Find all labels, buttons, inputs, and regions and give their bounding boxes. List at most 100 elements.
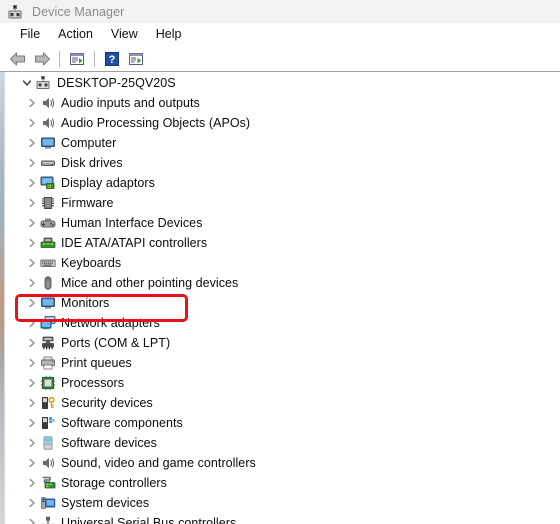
security-key-icon xyxy=(40,395,56,411)
chevron-down-icon[interactable] xyxy=(19,73,35,93)
window-title: Device Manager xyxy=(32,4,125,19)
tree-item-ports-com-lpt[interactable]: Ports (COM & LPT) xyxy=(5,333,560,353)
chevron-right-icon[interactable] xyxy=(24,253,40,273)
help-button[interactable]: ? xyxy=(100,48,124,70)
gamepad-icon xyxy=(40,215,56,231)
toolbar: ? xyxy=(0,46,560,72)
tree-item-label: Disk drives xyxy=(61,156,123,170)
tree-item-label: Audio inputs and outputs xyxy=(61,96,200,110)
tree-item-label: Ports (COM & LPT) xyxy=(61,336,171,350)
tree-item-keyboards[interactable]: Keyboards xyxy=(5,253,560,273)
tree-item-computer[interactable]: Computer xyxy=(5,133,560,153)
tree-item-label: System devices xyxy=(61,496,150,510)
menu-help[interactable]: Help xyxy=(147,26,191,43)
speaker-icon xyxy=(40,95,56,111)
properties-icon xyxy=(70,52,84,65)
tree-item-processors[interactable]: Processors xyxy=(5,373,560,393)
chevron-right-icon[interactable] xyxy=(24,113,40,133)
printer-icon xyxy=(40,355,56,371)
tree-item-label: Monitors xyxy=(61,296,110,310)
back-arrow-icon xyxy=(10,52,25,65)
menu-action[interactable]: Action xyxy=(49,26,102,43)
chevron-right-icon[interactable] xyxy=(24,433,40,453)
chevron-right-icon[interactable] xyxy=(24,353,40,373)
tree-item-mice-and-other-pointing-devices[interactable]: Mice and other pointing devices xyxy=(5,273,560,293)
tree-item-label: Sound, video and game controllers xyxy=(61,456,256,470)
chevron-right-icon[interactable] xyxy=(24,493,40,513)
tree-item-monitors[interactable]: Monitors xyxy=(5,293,560,313)
question-mark-icon: ? xyxy=(105,51,119,66)
tree-item-disk-drives[interactable]: Disk drives xyxy=(5,153,560,173)
tree-root-node[interactable]: DESKTOP-25QV20S xyxy=(5,73,560,93)
tree-item-label: Software components xyxy=(61,416,183,430)
tree-item-security-devices[interactable]: Security devices xyxy=(5,393,560,413)
tree-item-label: Processors xyxy=(61,376,125,390)
properties-button[interactable] xyxy=(65,48,89,70)
tree-item-audio-inputs-and-outputs[interactable]: Audio inputs and outputs xyxy=(5,93,560,113)
device-tree: DESKTOP-25QV20S Audio inputs and outputs xyxy=(5,73,560,524)
toolbar-separator xyxy=(59,50,60,67)
chevron-right-icon[interactable] xyxy=(24,393,40,413)
back-button[interactable] xyxy=(6,48,30,70)
processor-icon xyxy=(40,375,56,391)
tree-item-label: Human Interface Devices xyxy=(61,216,203,230)
tree-item-network-adapters[interactable]: Network adapters xyxy=(5,313,560,333)
chevron-right-icon[interactable] xyxy=(24,293,40,313)
tree-item-label: Security devices xyxy=(61,396,153,410)
tree-item-label: Mice and other pointing devices xyxy=(61,276,239,290)
tree-item-label: Print queues xyxy=(61,356,132,370)
chevron-right-icon[interactable] xyxy=(24,473,40,493)
tree-item-ide-ata-atapi-controllers[interactable]: IDE ATA/ATAPI controllers xyxy=(5,233,560,253)
tree-item-storage-controllers[interactable]: Storage controllers xyxy=(5,473,560,493)
tree-item-label: IDE ATA/ATAPI controllers xyxy=(61,236,208,250)
tree-item-label: Universal Serial Bus controllers xyxy=(61,516,237,524)
tree-item-audio-processing-objects[interactable]: Audio Processing Objects (APOs) xyxy=(5,113,560,133)
scan-hardware-icon xyxy=(129,52,143,65)
keyboard-icon xyxy=(40,255,56,271)
chevron-right-icon[interactable] xyxy=(24,193,40,213)
forward-button[interactable] xyxy=(30,48,54,70)
software-device-icon xyxy=(40,435,56,451)
disk-drive-icon xyxy=(40,155,56,171)
toolbar-separator xyxy=(94,50,95,67)
tree-item-label: Firmware xyxy=(61,196,114,210)
chevron-right-icon[interactable] xyxy=(24,313,40,333)
network-adapter-icon xyxy=(40,315,56,331)
tree-item-software-components[interactable]: Software components xyxy=(5,413,560,433)
chevron-right-icon[interactable] xyxy=(24,333,40,353)
scan-hardware-button[interactable] xyxy=(124,48,148,70)
monitor-icon xyxy=(40,135,56,151)
computer-device-icon xyxy=(35,75,51,91)
menu-view[interactable]: View xyxy=(102,26,147,43)
chevron-right-icon[interactable] xyxy=(24,233,40,253)
title-bar: Device Manager xyxy=(0,0,560,23)
chevron-right-icon[interactable] xyxy=(24,213,40,233)
tree-item-display-adaptors[interactable]: Display adaptors xyxy=(5,173,560,193)
menu-file[interactable]: File xyxy=(11,26,49,43)
port-connector-icon xyxy=(40,335,56,351)
chevron-right-icon[interactable] xyxy=(24,373,40,393)
chevron-right-icon[interactable] xyxy=(24,153,40,173)
tree-item-software-devices[interactable]: Software devices xyxy=(5,433,560,453)
display-adapter-icon xyxy=(40,175,56,191)
chevron-right-icon[interactable] xyxy=(24,273,40,293)
forward-arrow-icon xyxy=(35,52,50,65)
chevron-right-icon[interactable] xyxy=(24,513,40,524)
tree-item-print-queues[interactable]: Print queues xyxy=(5,353,560,373)
chevron-right-icon[interactable] xyxy=(24,453,40,473)
chevron-right-icon[interactable] xyxy=(24,413,40,433)
tree-item-universal-serial-bus-controllers[interactable]: Universal Serial Bus controllers xyxy=(5,513,560,524)
svg-text:?: ? xyxy=(109,54,116,66)
device-manager-icon xyxy=(7,4,23,20)
chevron-right-icon[interactable] xyxy=(24,173,40,193)
chevron-right-icon[interactable] xyxy=(24,93,40,113)
tree-item-firmware[interactable]: Firmware xyxy=(5,193,560,213)
chevron-right-icon[interactable] xyxy=(24,133,40,153)
tree-item-sound-video-and-game-controllers[interactable]: Sound, video and game controllers xyxy=(5,453,560,473)
tree-item-human-interface-devices[interactable]: Human Interface Devices xyxy=(5,213,560,233)
tree-root-label: DESKTOP-25QV20S xyxy=(57,76,176,90)
menu-bar: File Action View Help xyxy=(0,23,560,46)
tree-item-system-devices[interactable]: System devices xyxy=(5,493,560,513)
tree-item-label: Software devices xyxy=(61,436,157,450)
storage-controller-icon xyxy=(40,475,56,491)
